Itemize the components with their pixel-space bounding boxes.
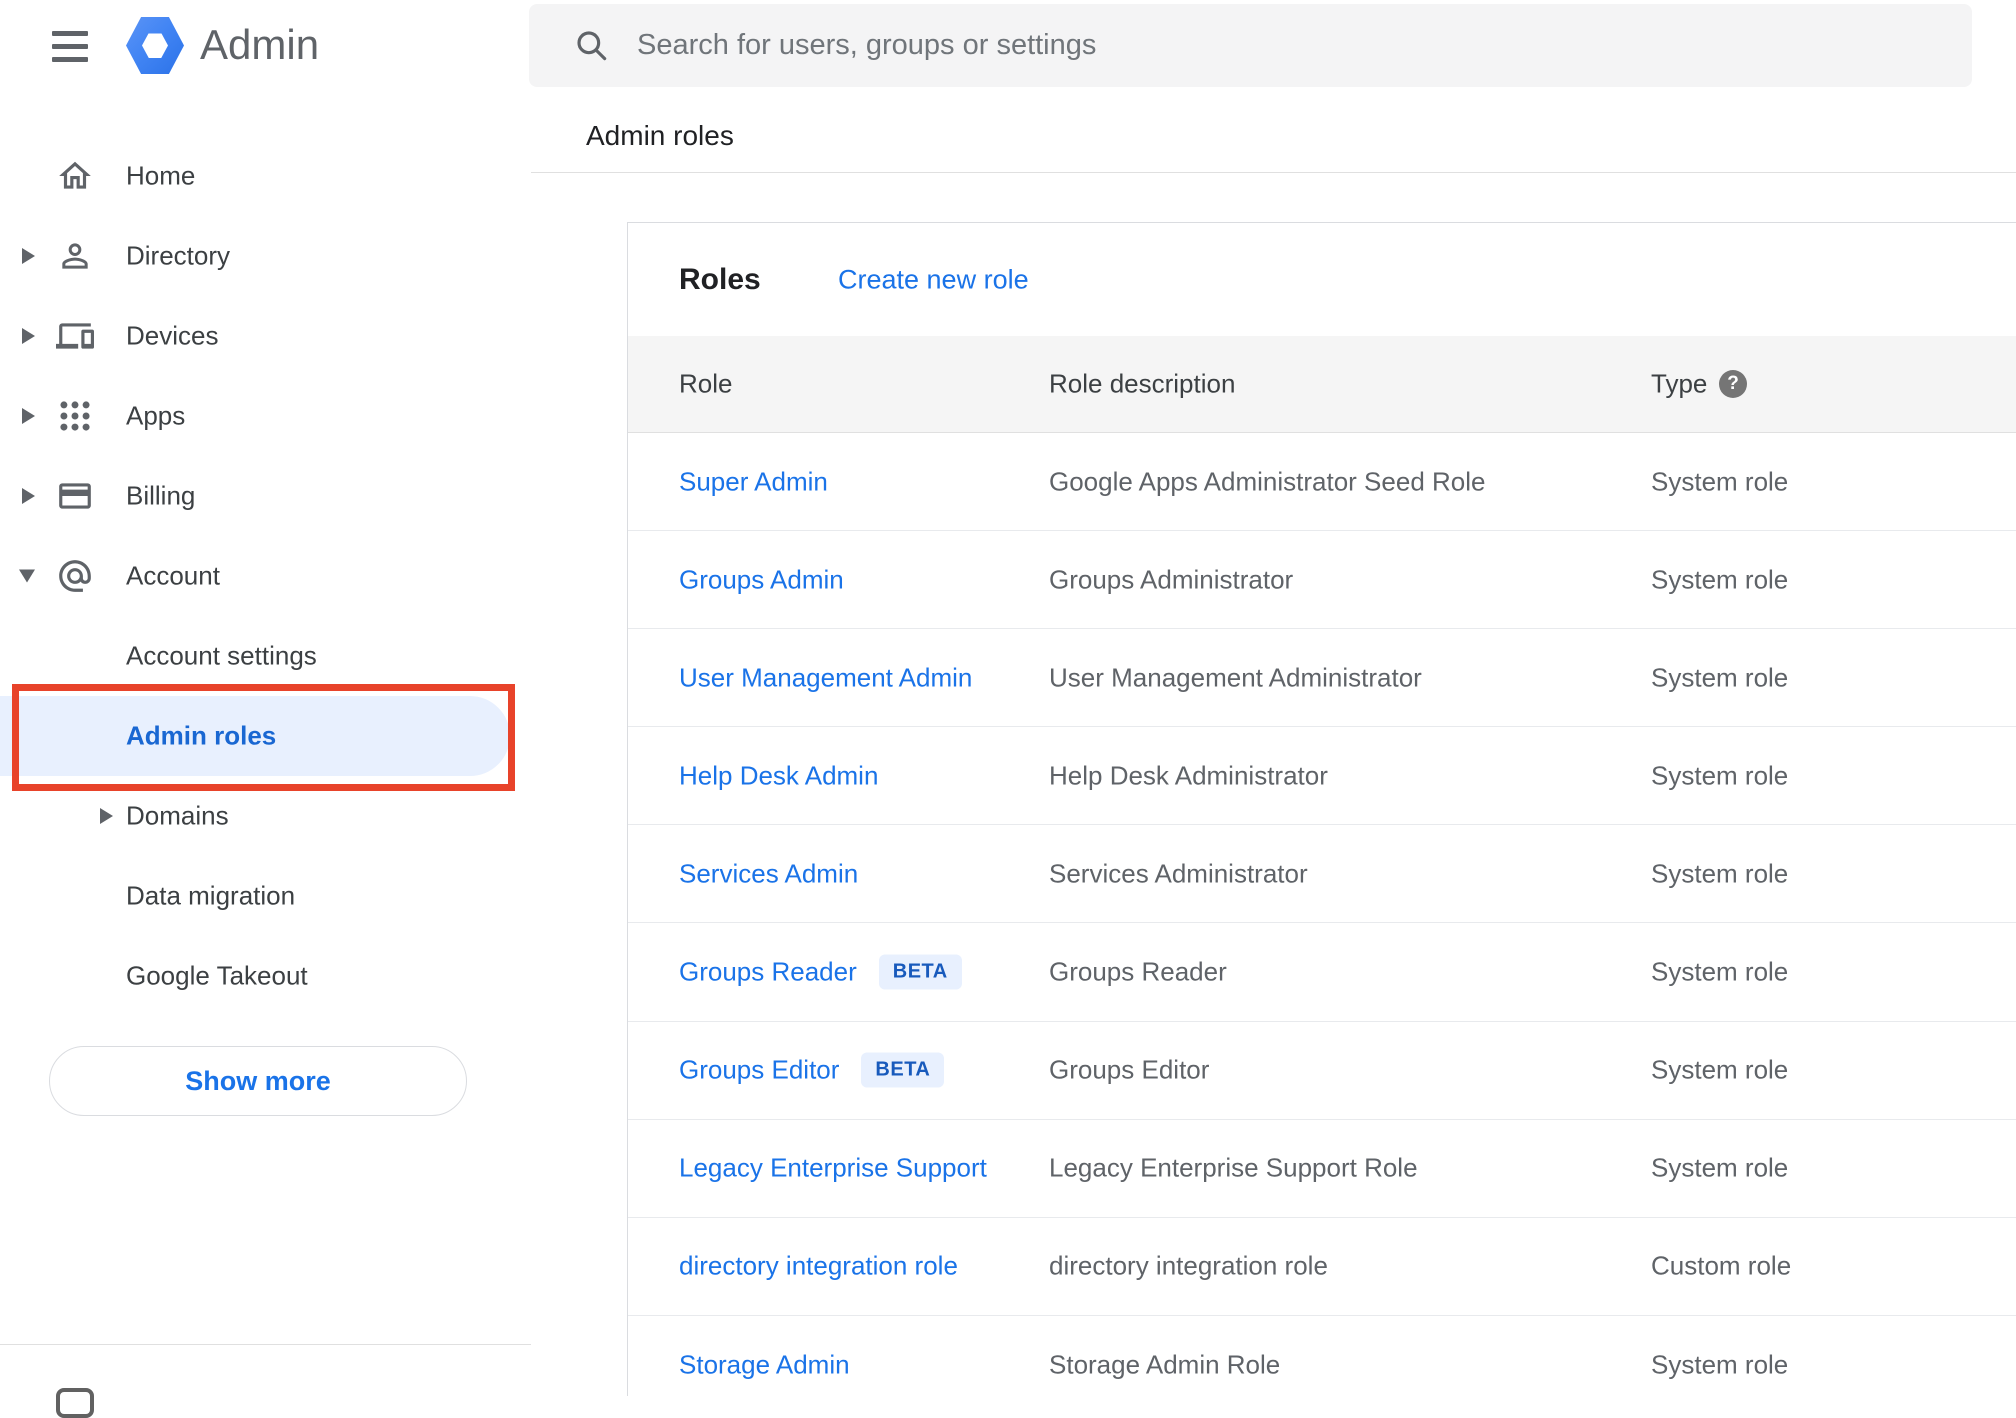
role-type: System role [1651,1054,1789,1085]
expand-right-icon[interactable] [22,488,35,504]
show-more-button[interactable]: Show more [49,1046,467,1116]
menu-icon[interactable] [52,31,88,67]
panel-title: Roles [679,262,761,296]
help-icon[interactable]: ? [1719,370,1747,398]
sidebar-item-devices[interactable]: Devices [0,296,531,376]
table-row: Legacy Enterprise Support Legacy Enterpr… [628,1120,2016,1218]
sidebar-item-apps[interactable]: Apps [0,376,531,456]
sidebar-item-home[interactable]: Home [0,136,531,216]
table-row: Groups Reader BETA Groups Reader System … [628,923,2016,1022]
table-row: Storage Admin Storage Admin Role System … [628,1316,2016,1396]
role-link[interactable]: Legacy Enterprise Support [679,1153,987,1184]
role-link[interactable]: Super Admin [679,466,828,497]
table-row: Super Admin Google Apps Administrator Se… [628,433,2016,532]
expand-right-icon[interactable] [22,248,35,264]
column-header-type: Type [1651,368,1708,399]
beta-badge: BETA [878,954,962,990]
search-bar[interactable] [529,4,1972,87]
role-link[interactable]: Storage Admin [679,1349,850,1380]
role-description: Groups Administrator [1049,564,1294,595]
expand-down-icon[interactable] [19,569,35,583]
roles-table-body: Super Admin Google Apps Administrator Se… [628,433,2016,1396]
expand-right-icon[interactable] [22,408,35,424]
role-description: Groups Reader [1049,956,1227,987]
role-link[interactable]: Groups Reader BETA [679,954,962,990]
devices-icon [56,317,94,355]
role-type: System role [1651,956,1789,987]
search-input[interactable] [637,29,1837,62]
role-type: System role [1651,564,1789,595]
role-type: System role [1651,662,1789,693]
role-link[interactable]: Services Admin [679,858,858,889]
sidebar-item-google-takeout[interactable]: Google Takeout [0,936,531,1016]
role-link[interactable]: User Management Admin [679,662,972,693]
table-row: User Management Admin User Management Ad… [628,629,2016,728]
beta-badge: BETA [861,1052,945,1088]
role-type: Custom role [1651,1250,1792,1281]
column-header-role: Role [679,368,733,399]
credit-card-icon [56,477,94,515]
roles-panel: Roles Create new role Role Role descript… [627,222,2016,1396]
role-description: Legacy Enterprise Support Role [1049,1152,1418,1183]
sidebar-item-domains[interactable]: Domains [0,776,531,856]
sidebar-bottom-divider [0,1344,531,1345]
create-new-role-link[interactable]: Create new role [838,264,1029,295]
header-divider [531,172,2016,173]
google-admin-console: Admin Admin roles Home Directory [0,0,2016,1418]
role-description: Groups Editor [1049,1054,1210,1085]
sidebar-item-admin-roles[interactable]: Admin roles [0,696,510,776]
search-icon [577,30,607,60]
role-link[interactable]: Groups Editor BETA [679,1052,945,1088]
clipped-nav-icon [56,1388,94,1418]
role-type: System role [1651,1152,1789,1183]
person-icon [56,237,94,275]
role-description: Google Apps Administrator Seed Role [1049,466,1486,497]
sidebar-item-billing[interactable]: Billing [0,456,531,536]
roles-panel-header: Roles Create new role [628,223,2016,336]
role-link[interactable]: Help Desk Admin [679,760,878,791]
breadcrumb: Admin roles [586,120,734,151]
table-row: directory integration role directory int… [628,1218,2016,1316]
at-sign-icon [56,557,94,595]
column-header-description: Role description [1049,368,1236,399]
table-row: Help Desk Admin Help Desk Administrator … [628,727,2016,826]
role-description: Storage Admin Role [1049,1349,1281,1380]
table-row: Groups Editor BETA Groups Editor System … [628,1022,2016,1120]
role-description: Services Administrator [1049,858,1308,889]
sidebar-item-account-settings[interactable]: Account settings [0,616,531,696]
apps-grid-icon [56,397,94,435]
role-description: directory integration role [1049,1250,1328,1281]
admin-logo-icon [126,17,184,74]
role-link[interactable]: directory integration role [679,1251,958,1282]
role-type: System role [1651,466,1789,497]
expand-right-icon[interactable] [100,808,113,824]
role-description: User Management Administrator [1049,662,1422,693]
role-type: System role [1651,1349,1789,1380]
table-row: Services Admin Services Administrator Sy… [628,825,2016,924]
sidebar-item-data-migration[interactable]: Data migration [0,856,531,936]
sidebar-item-account[interactable]: Account [0,536,531,616]
role-type: System role [1651,858,1789,889]
expand-right-icon[interactable] [22,328,35,344]
table-row: Groups Admin Groups Administrator System… [628,531,2016,630]
role-link[interactable]: Groups Admin [679,564,844,595]
app-title: Admin [200,21,320,68]
role-description: Help Desk Administrator [1049,760,1328,791]
home-icon [56,157,94,195]
role-type: System role [1651,760,1789,791]
sidebar-item-directory[interactable]: Directory [0,216,531,296]
table-header-row: Role Role description Type ? [628,336,2016,433]
